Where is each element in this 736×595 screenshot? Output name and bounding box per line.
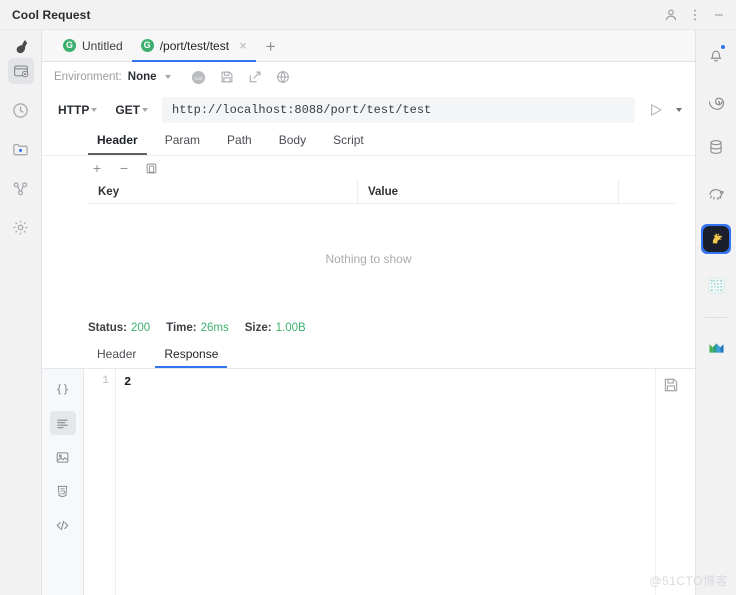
request-subtabs: Header Param Path Body Script [42, 128, 695, 156]
main-body: G Untitled G /port/test/test × + Environ… [0, 30, 736, 595]
rail-divider [705, 317, 727, 318]
image-icon[interactable] [50, 445, 76, 469]
right-sidebar [695, 30, 736, 595]
response-tab-header[interactable]: Header [88, 347, 145, 368]
left-sidebar [0, 30, 42, 595]
copy-icon[interactable] [144, 161, 158, 175]
tool-spiral[interactable] [701, 86, 731, 116]
protocol-value: HTTP [58, 103, 90, 117]
editor-gutter: 1 [84, 369, 116, 595]
url-input[interactable]: http://localhost:8088/port/test/test [162, 97, 635, 123]
protocol-selector[interactable]: HTTP [54, 101, 101, 119]
globe-icon[interactable] [275, 69, 291, 85]
size-value: 1.00B [275, 322, 306, 334]
status-label: Status: [88, 322, 127, 334]
tool-cool-request[interactable] [701, 224, 731, 254]
size-label: Size: [244, 322, 272, 334]
main-content: G Untitled G /port/test/test × + Environ… [42, 30, 695, 595]
chevron-down-icon [91, 108, 98, 112]
environment-label: Environment: [54, 71, 122, 83]
remove-row-button[interactable]: − [117, 161, 131, 175]
kv-toolbar: + − [42, 156, 695, 180]
app-window: Cool Request G Untitled G /port/test/tes… [0, 0, 736, 595]
tab-param[interactable]: Param [156, 133, 209, 155]
sidebar-item-share[interactable] [8, 175, 34, 201]
method-badge-icon: G [140, 39, 154, 52]
svg-text:curl: curl [194, 75, 202, 81]
export-icon[interactable] [247, 69, 263, 85]
empty-state-text: Nothing to show [325, 252, 412, 266]
sidebar-item-history[interactable] [8, 97, 34, 123]
bird-logo-icon [10, 36, 34, 60]
editor-right-margin [655, 369, 695, 595]
chevron-down-icon [676, 108, 682, 112]
chevron-down-icon[interactable] [164, 75, 171, 79]
response-status-line: Status: 200 Time: 26ms Size: 1.00B [42, 314, 695, 342]
tab-script[interactable]: Script [324, 133, 373, 155]
time-label: Time: [166, 322, 197, 334]
environment-bar: Environment: None curl [42, 62, 695, 92]
more-menu-icon[interactable] [684, 4, 706, 26]
code-icon[interactable] [50, 513, 76, 537]
save-response-icon[interactable] [663, 377, 681, 395]
headers-table-body: Nothing to show [42, 204, 695, 314]
request-tab-untitled[interactable]: G Untitled [54, 31, 132, 62]
tool-postgres[interactable] [701, 178, 731, 208]
headers-table-head: Key Value [88, 180, 675, 204]
headers-table: Key Value [42, 180, 695, 204]
request-tab-label: Untitled [82, 38, 123, 53]
notification-badge [720, 44, 726, 50]
url-input-value: http://localhost:8088/port/test/test [172, 103, 432, 117]
curl-icon[interactable]: curl [191, 69, 207, 85]
response-tab-response[interactable]: Response [155, 347, 228, 368]
tool-notifications[interactable] [701, 40, 731, 70]
send-button[interactable] [643, 97, 669, 123]
sidebar-item-collection[interactable] [8, 136, 34, 162]
tool-database[interactable] [701, 132, 731, 162]
tab-path[interactable]: Path [218, 133, 261, 155]
tool-maven[interactable] [701, 332, 731, 362]
environment-actions: curl [191, 69, 291, 85]
line-number: 1 [102, 375, 109, 387]
request-tab-strip: G Untitled G /port/test/test × + [42, 30, 695, 62]
chevron-down-icon [142, 108, 149, 112]
add-tab-icon[interactable]: + [256, 37, 286, 57]
close-icon[interactable]: × [239, 39, 247, 52]
time-value: 26ms [200, 322, 229, 334]
column-actions [619, 180, 675, 203]
request-tab-port-test-test[interactable]: G /port/test/test × [131, 31, 256, 62]
sidebar-item-request[interactable] [7, 58, 34, 84]
tab-body[interactable]: Body [270, 133, 315, 155]
method-selector[interactable]: GET [111, 101, 152, 119]
editor-content[interactable]: 2 [116, 369, 655, 595]
url-bar: HTTP GET http://localhost:8088/port/test… [42, 92, 695, 128]
sidebar-item-settings[interactable] [8, 214, 34, 240]
tab-header[interactable]: Header [88, 133, 147, 155]
account-icon[interactable] [660, 4, 682, 26]
request-tab-label: /port/test/test [159, 38, 230, 53]
environment-value[interactable]: None [128, 71, 157, 83]
method-badge-icon: G [63, 39, 76, 52]
braces-icon[interactable] [50, 377, 76, 401]
send-options-button[interactable] [669, 97, 687, 123]
column-key: Key [88, 180, 358, 203]
code-line: 2 [124, 375, 132, 389]
window-title: Cool Request [12, 7, 91, 22]
save-icon[interactable] [219, 69, 235, 85]
add-row-button[interactable]: + [90, 161, 104, 175]
minimize-button[interactable] [708, 4, 730, 26]
method-value: GET [115, 103, 141, 117]
text-lines-icon[interactable] [49, 411, 76, 435]
response-editor: 1 2 [42, 368, 695, 595]
response-tabs: Header Response [42, 342, 695, 368]
tool-qr[interactable] [701, 270, 731, 300]
title-bar: Cool Request [0, 0, 736, 30]
column-value: Value [358, 180, 619, 203]
status-value: 200 [130, 322, 151, 334]
html5-icon[interactable] [50, 479, 76, 503]
response-view-rail [42, 369, 84, 595]
